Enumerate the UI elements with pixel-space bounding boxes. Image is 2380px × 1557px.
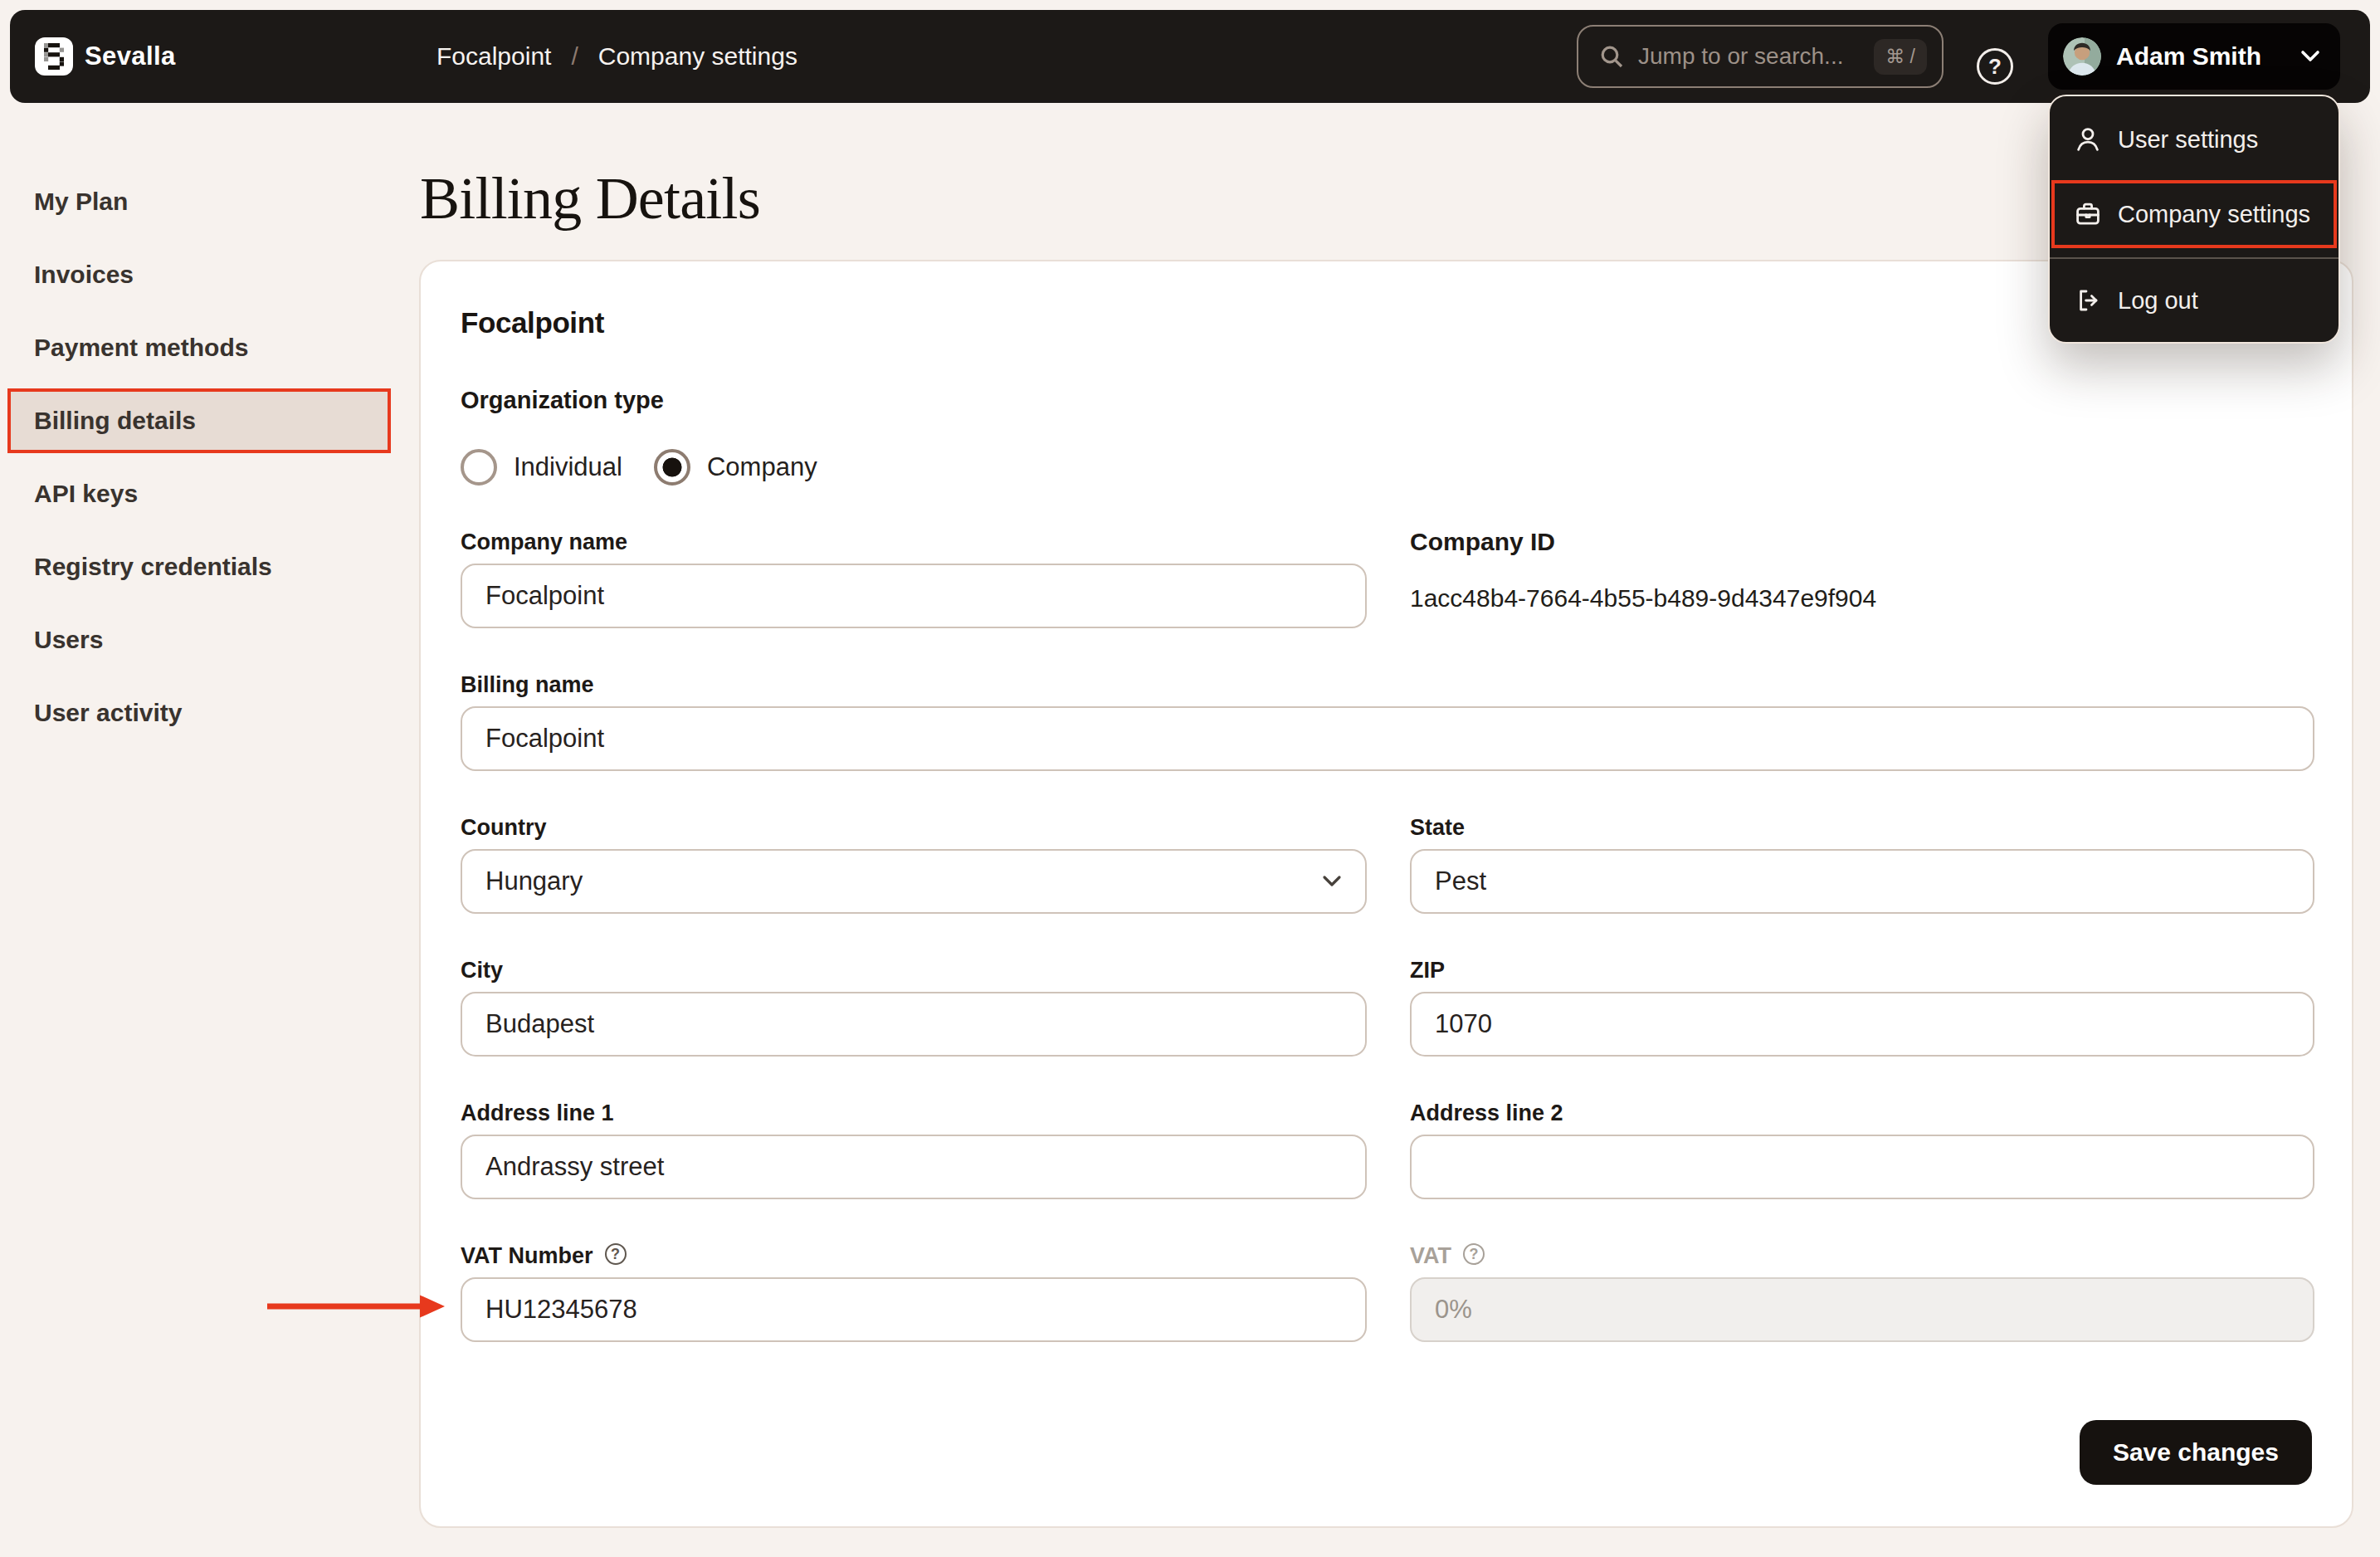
chevron-down-icon (1322, 875, 1342, 888)
vat-input: 0% (1410, 1277, 2314, 1342)
user-dropdown-menu: User settings Company settings Log out (2048, 95, 2340, 344)
organization-type-label: Organization type (461, 383, 2312, 417)
company-id-field: Company ID 1acc48b4-7664-4b55-b489-9d434… (1410, 525, 2314, 628)
country-label: Country (461, 811, 1367, 844)
avatar (2063, 37, 2101, 76)
city-label: City (461, 954, 1367, 987)
breadcrumb: Focalpoint / Company settings (436, 10, 797, 103)
billing-name-label: Billing name (461, 668, 2314, 701)
annotation-arrow (262, 1291, 448, 1321)
country-field: Country Hungary (461, 811, 1367, 914)
chevron-down-icon (2300, 50, 2320, 63)
briefcase-icon (2075, 201, 2101, 227)
address2-label: Address line 2 (1410, 1096, 2314, 1130)
vat-label: VAT? (1410, 1239, 2314, 1272)
search-placeholder: Jump to or search... (1638, 43, 1859, 70)
sevalla-logo-icon (35, 37, 73, 76)
sidebar-item-users[interactable]: Users (7, 608, 391, 672)
menu-item-log-out[interactable]: Log out (2050, 269, 2339, 332)
country-select[interactable]: Hungary (461, 849, 1367, 914)
logout-icon (2075, 287, 2101, 314)
address2-input[interactable] (1410, 1135, 2314, 1199)
user-icon (2075, 126, 2101, 153)
vat-number-field: VAT Number? HU12345678 (461, 1239, 1367, 1342)
state-input[interactable]: Pest (1410, 849, 2314, 914)
user-name: Adam Smith (2116, 42, 2285, 71)
vat-help-icon[interactable]: ? (1463, 1243, 1485, 1265)
company-name-input[interactable]: Focalpoint (461, 564, 1367, 628)
vat-number-help-icon[interactable]: ? (605, 1243, 627, 1265)
vat-number-label: VAT Number? (461, 1239, 1367, 1272)
city-input[interactable]: Budapest (461, 992, 1367, 1057)
vat-number-input[interactable]: HU12345678 (461, 1277, 1367, 1342)
company-id-value: 1acc48b4-7664-4b55-b489-9d4347e9f904 (1410, 585, 2314, 612)
address1-label: Address line 1 (461, 1096, 1367, 1130)
top-navbar: Sevalla Focalpoint / Company settings Ju… (10, 10, 2370, 103)
search-input[interactable]: Jump to or search... ⌘ / (1577, 25, 1944, 88)
breadcrumb-org[interactable]: Focalpoint (436, 42, 551, 71)
company-title: Focalpoint (461, 301, 2312, 344)
company-name-field: Company name Focalpoint (461, 525, 1367, 628)
sidebar-item-user-activity[interactable]: User activity (7, 681, 391, 745)
sidebar-item-my-plan[interactable]: My Plan (7, 169, 391, 234)
organization-type-options: Individual Company (461, 449, 2312, 486)
brand[interactable]: Sevalla (35, 10, 176, 103)
address1-input[interactable]: Andrassy street (461, 1135, 1367, 1199)
radio-individual[interactable] (461, 449, 497, 486)
menu-item-user-settings[interactable]: User settings (2050, 108, 2339, 171)
sidebar-item-payment-methods[interactable]: Payment methods (7, 315, 391, 380)
address1-field: Address line 1 Andrassy street (461, 1096, 1367, 1199)
zip-field: ZIP 1070 (1410, 954, 2314, 1057)
sidebar-item-invoices[interactable]: Invoices (7, 242, 391, 307)
company-id-label: Company ID (1410, 525, 2314, 559)
zip-label: ZIP (1410, 954, 2314, 987)
radio-individual-label: Individual (514, 452, 622, 482)
user-menu-button[interactable]: Adam Smith (2048, 23, 2340, 90)
city-field: City Budapest (461, 954, 1367, 1057)
menu-item-company-settings[interactable]: Company settings (2050, 183, 2339, 246)
state-field: State Pest (1410, 811, 2314, 914)
billing-name-field: Billing name Focalpoint (461, 668, 2314, 771)
breadcrumb-separator: / (571, 42, 578, 71)
state-label: State (1410, 811, 2314, 844)
help-button[interactable]: ? (1977, 48, 2013, 85)
settings-sidebar: My Plan Invoices Payment methods Billing… (0, 169, 420, 754)
radio-company-label: Company (707, 452, 817, 482)
radio-company[interactable] (654, 449, 690, 486)
search-icon (1600, 45, 1623, 68)
vat-field: VAT? 0% (1410, 1239, 2314, 1342)
save-changes-button[interactable]: Save changes (2080, 1420, 2312, 1485)
billing-details-card: Focalpoint Organization type Individual … (419, 260, 2353, 1528)
menu-divider (2050, 257, 2339, 259)
sidebar-item-billing-details[interactable]: Billing details (7, 388, 391, 453)
billing-name-input[interactable]: Focalpoint (461, 706, 2314, 771)
sidebar-item-registry-credentials[interactable]: Registry credentials (7, 534, 391, 599)
page-title: Billing Details (420, 164, 760, 233)
breadcrumb-page: Company settings (598, 42, 797, 71)
search-shortcut: ⌘ / (1874, 39, 1927, 75)
zip-input[interactable]: 1070 (1410, 992, 2314, 1057)
address2-field: Address line 2 (1410, 1096, 2314, 1199)
brand-name: Sevalla (85, 41, 176, 71)
company-name-label: Company name (461, 525, 1367, 559)
sidebar-item-api-keys[interactable]: API keys (7, 461, 391, 526)
